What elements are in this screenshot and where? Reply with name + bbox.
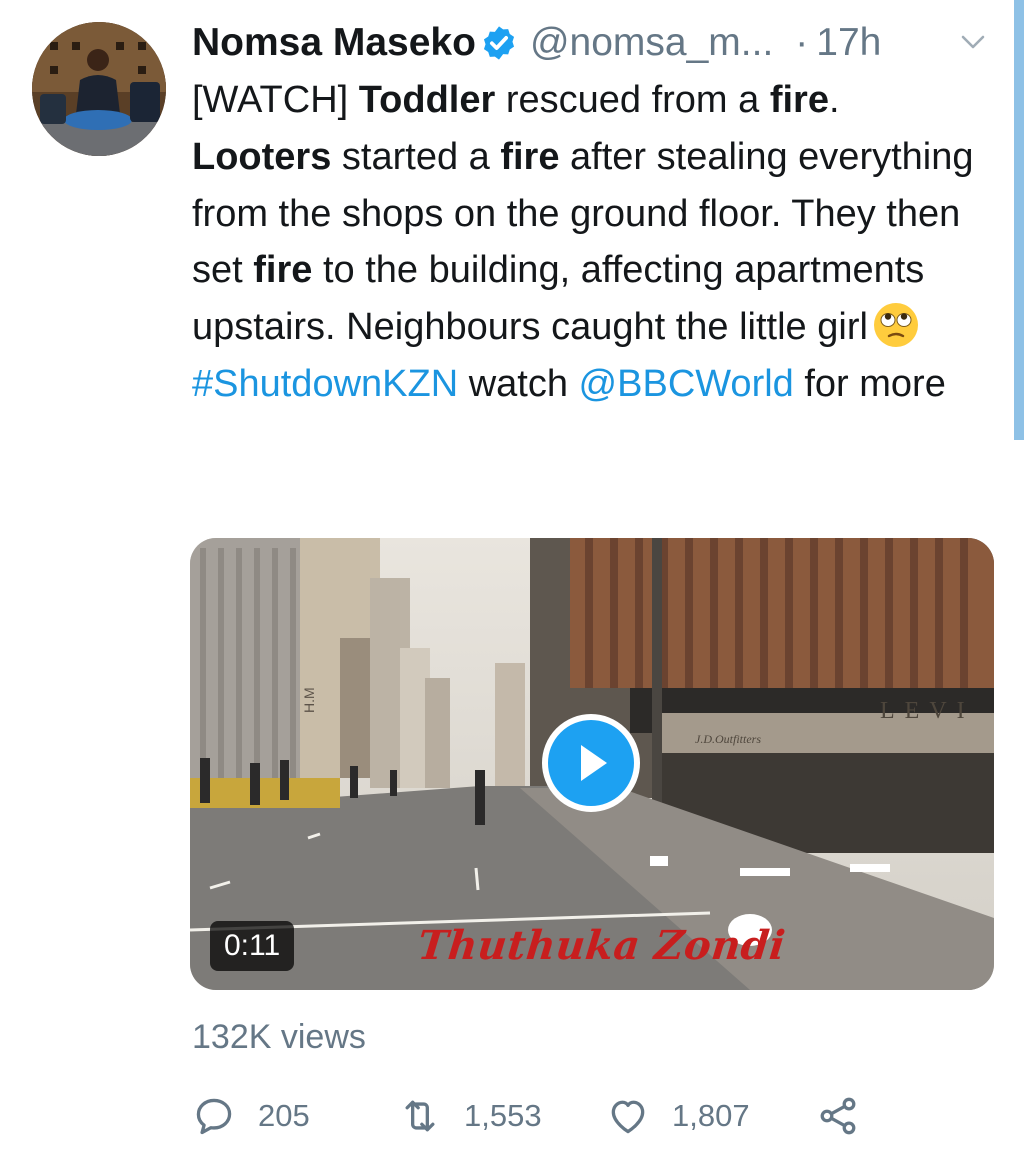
tweet-text: [WATCH] Toddler rescued from a fire. Loot… xyxy=(192,72,992,413)
like-count: 1,807 xyxy=(672,1098,750,1133)
text-segment: watch xyxy=(458,362,579,405)
reply-icon xyxy=(196,1098,232,1135)
reply-button[interactable]: 205 xyxy=(192,1088,310,1144)
text-segment: [WATCH] xyxy=(192,79,359,121)
share-icon xyxy=(820,1097,856,1135)
hashtag-link[interactable]: #ShutdownKZN xyxy=(192,363,458,405)
sign-hm: H.M xyxy=(301,687,317,713)
sign-jd: J.D.Outfitters xyxy=(695,732,761,746)
retweet-button[interactable]: 1,553 xyxy=(398,1088,542,1144)
verified-badge-icon xyxy=(483,26,514,60)
text-bold: fire xyxy=(253,249,313,292)
text-bold: Looters xyxy=(192,135,332,178)
heart-icon xyxy=(611,1100,645,1134)
video-duration-badge: 0:11 xyxy=(210,921,295,971)
avatar[interactable] xyxy=(32,22,166,156)
tweet-card[interactable]: Nomsa Maseko @nomsa_m... · 17h [WATCH] T… xyxy=(0,0,1024,1158)
text-segment: . xyxy=(828,79,840,121)
face-with-rolling-eyes-emoji-icon xyxy=(873,303,918,348)
view-count: 132K views xyxy=(192,1018,366,1056)
play-button[interactable] xyxy=(542,714,640,812)
retweet-count: 1,553 xyxy=(464,1098,542,1133)
like-button[interactable]: 1,807 xyxy=(606,1088,750,1144)
user-handle[interactable]: @nomsa_m... xyxy=(530,21,773,65)
text-bold: fire xyxy=(500,135,560,178)
reply-count: 205 xyxy=(258,1098,310,1133)
share-button[interactable] xyxy=(816,1088,882,1144)
retweet-icon xyxy=(405,1100,435,1132)
chevron-down-icon[interactable] xyxy=(959,32,987,52)
tweet-header: Nomsa Maseko @nomsa_m... · 17h xyxy=(192,18,992,68)
text-bold: Toddler xyxy=(358,79,496,121)
video-player[interactable]: H.M LEVI J.D.Outfitters 0:11 Thuthuka Zo… xyxy=(190,538,994,990)
text-segment: rescued from a xyxy=(495,79,770,121)
display-name[interactable]: Nomsa Maseko xyxy=(192,21,476,65)
sign-levis: LEVI xyxy=(880,698,975,724)
separator-dot: · xyxy=(795,21,809,64)
timestamp[interactable]: 17h xyxy=(816,21,881,65)
text-segment: started a xyxy=(331,135,501,178)
action-bar: 205 1,553 1,807 xyxy=(192,1088,992,1144)
text-bold: fire xyxy=(769,79,829,121)
text-segment: for more xyxy=(793,362,946,405)
play-icon xyxy=(581,745,607,781)
mention-link[interactable]: @BBCWorld xyxy=(579,363,794,405)
video-watermark: Thuthuka Zondi xyxy=(415,922,788,969)
